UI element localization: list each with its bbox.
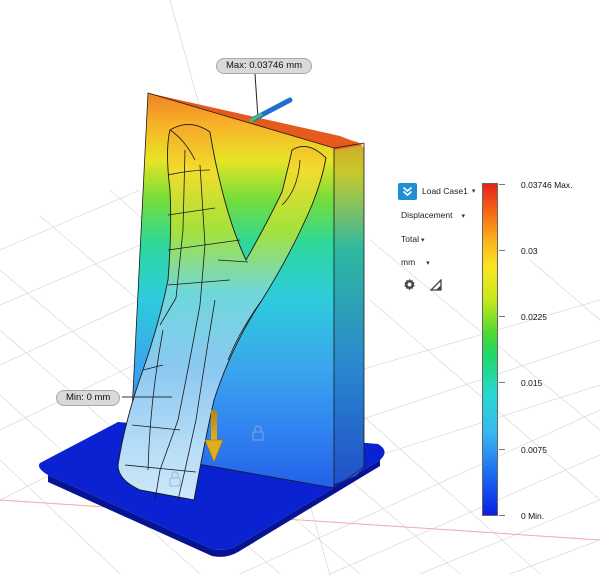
legend-label: 0.03746 Max. [521,180,573,190]
result-type-dropdown[interactable]: Displacement ▾ [401,207,465,224]
min-probe-label[interactable]: Min: 0 mm [56,390,121,406]
chevron-down-icon: ▾ [471,188,476,195]
chevron-down-icon: ▾ [461,213,466,220]
component-label: Total [401,234,419,244]
legend-tick [499,250,505,251]
legend-tick [499,184,505,185]
legend-label: 0 Min. [521,511,545,521]
max-probe-label[interactable]: Max: 0.03746 mm [216,58,313,74]
legend-label: 0.0225 [521,312,547,322]
chevron-down-icon: ▾ [426,260,430,267]
double-chevron-down-icon[interactable] [398,183,417,200]
legend-tools [402,277,443,292]
legend-tick [499,316,505,317]
load-case-label: Load Case1 [422,186,468,196]
legend-color-bar[interactable] [482,183,498,516]
legend-tick [499,449,505,450]
legend-tick [499,515,505,516]
model-viewport[interactable] [0,0,600,576]
legend-label: 0.0075 [521,445,547,455]
gear-icon[interactable] [402,277,417,292]
units-label: mm [401,257,416,267]
result-type-label: Displacement [401,210,453,220]
units-dropdown[interactable]: mm ▾ [401,254,430,271]
legend-label: 0.03 [521,246,538,256]
load-case-dropdown[interactable]: Load Case1 ▾ [398,183,475,200]
triangle-adjust-icon[interactable] [428,277,443,292]
max-probe-marker[interactable] [249,73,293,123]
chevron-down-icon: ▾ [420,237,425,244]
legend-label: 0.015 [521,378,543,388]
legend-tick [499,382,505,383]
component-dropdown[interactable]: Total ▾ [401,231,424,248]
